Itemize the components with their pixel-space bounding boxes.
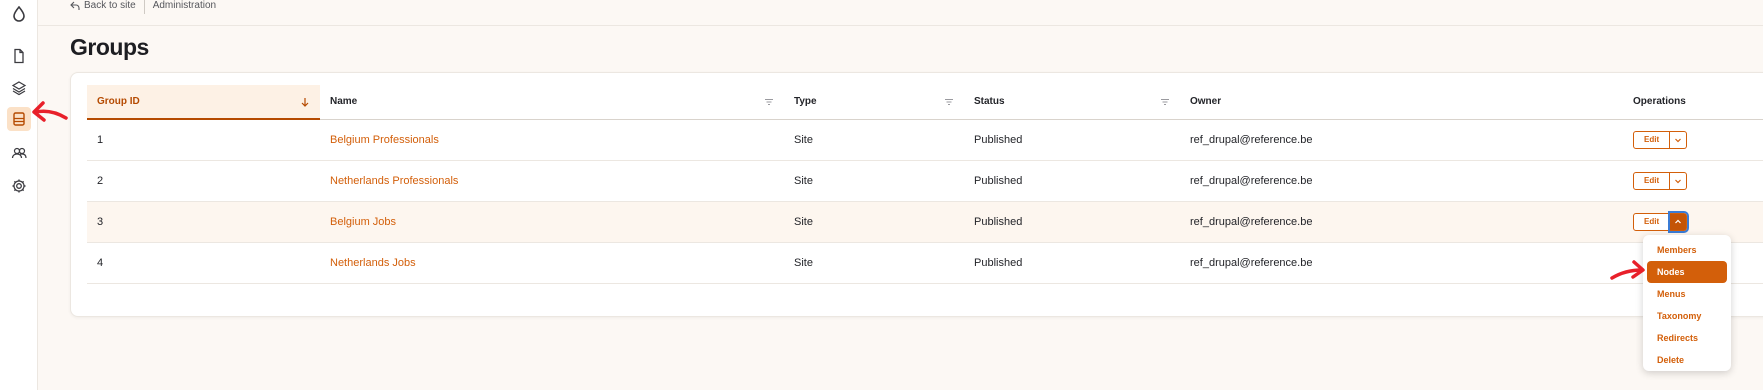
group-name-link[interactable]: Belgium Professionals [330, 134, 439, 146]
group-owner-cell: ref_drupal@reference.be [1180, 242, 1623, 284]
annotation-arrow-nodes [1610, 260, 1645, 280]
dropdown-item-members[interactable]: Members [1647, 239, 1727, 261]
table-row: 2 Netherlands Professionals Site Publish… [87, 160, 1763, 202]
back-arrow-icon [70, 1, 80, 10]
column-header-label: Status [974, 96, 1005, 108]
group-status-cell: Published [964, 201, 1180, 243]
group-type-cell: Site [784, 119, 964, 161]
operations-buttons: Edit [1633, 130, 1763, 149]
edit-button[interactable]: Edit [1633, 171, 1671, 190]
group-type-cell: Site [784, 242, 964, 284]
groups-table: Group ID Name Type Status Owner Operatio… [87, 85, 1763, 284]
group-status-cell: Published [964, 242, 1180, 284]
table-row: 1 Belgium Professionals Site Published r… [87, 119, 1763, 161]
group-owner-cell: ref_drupal@reference.be [1180, 201, 1623, 243]
back-to-site-label: Back to site [84, 0, 136, 11]
operations-toggle-button[interactable] [1670, 171, 1688, 190]
column-header-type[interactable]: Type [784, 85, 964, 120]
back-to-site-link[interactable]: Back to site [70, 0, 136, 11]
sort-icon [765, 98, 773, 106]
column-header-name[interactable]: Name [320, 85, 784, 120]
column-header-group-id[interactable]: Group ID [87, 85, 320, 120]
column-header-status[interactable]: Status [964, 85, 1180, 120]
column-header-operations: Operations [1623, 85, 1763, 120]
chevron-up-icon [1675, 219, 1682, 223]
chevron-down-icon [1675, 138, 1682, 142]
group-name-link[interactable]: Netherlands Professionals [330, 175, 458, 187]
group-id-cell: 2 [87, 160, 320, 202]
column-header-label: Operations [1633, 96, 1686, 108]
column-header-label: Name [330, 96, 358, 108]
edit-button[interactable]: Edit [1633, 130, 1671, 149]
group-status-cell: Published [964, 160, 1180, 202]
admin-sidebar [0, 0, 38, 390]
sort-arrow-down-icon [301, 98, 309, 107]
group-id-cell: 3 [87, 201, 320, 243]
table-row: 4 Netherlands Jobs Site Published ref_dr… [87, 242, 1763, 284]
operations-buttons: Edit [1633, 210, 1763, 233]
layers-icon[interactable] [7, 76, 31, 100]
people-icon[interactable] [7, 141, 31, 165]
column-header-owner: Owner [1180, 85, 1623, 120]
table-row: 3 Belgium Jobs Site Published ref_drupal… [87, 201, 1763, 243]
groups-icon[interactable] [7, 107, 31, 131]
top-bar: Back to site Administration [38, 0, 1763, 26]
group-owner-cell: ref_drupal@reference.be [1180, 119, 1623, 161]
gear-icon[interactable] [7, 174, 31, 198]
column-header-label: Owner [1190, 96, 1222, 108]
operations-buttons: Edit [1633, 171, 1763, 190]
dropdown-item-nodes[interactable]: Nodes [1647, 261, 1727, 283]
operations-toggle-button[interactable] [1670, 130, 1688, 149]
column-header-label: Type [794, 96, 817, 108]
group-type-cell: Site [784, 160, 964, 202]
operations-toggle-button[interactable] [1668, 210, 1690, 233]
edit-button[interactable]: Edit [1633, 212, 1671, 231]
group-id-cell: 1 [87, 119, 320, 161]
operations-dropdown-menu: Members Nodes Menus Taxonomy Redirects D… [1643, 235, 1731, 371]
group-name-link[interactable]: Netherlands Jobs [330, 257, 416, 269]
topbar-separator [143, 0, 145, 14]
sort-icon [945, 98, 953, 106]
dropdown-item-delete[interactable]: Delete [1647, 349, 1727, 371]
column-header-label: Group ID [97, 96, 140, 107]
group-name-link[interactable]: Belgium Jobs [330, 216, 396, 228]
drop-logo-icon[interactable] [7, 2, 31, 26]
document-icon[interactable] [7, 44, 31, 68]
group-status-cell: Published [964, 119, 1180, 161]
dropdown-item-menus[interactable]: Menus [1647, 283, 1727, 305]
page-title: Groups [70, 34, 149, 60]
chevron-down-icon [1675, 179, 1682, 183]
group-id-cell: 4 [87, 242, 320, 284]
dropdown-item-taxonomy[interactable]: Taxonomy [1647, 305, 1727, 327]
dropdown-item-redirects[interactable]: Redirects [1647, 327, 1727, 349]
group-owner-cell: ref_drupal@reference.be [1180, 160, 1623, 202]
group-type-cell: Site [784, 201, 964, 243]
administration-link[interactable]: Administration [153, 0, 216, 11]
sort-icon [1161, 98, 1169, 106]
groups-table-card: Group ID Name Type Status Owner Operatio… [70, 72, 1763, 317]
annotation-arrow-sidebar [32, 101, 68, 122]
